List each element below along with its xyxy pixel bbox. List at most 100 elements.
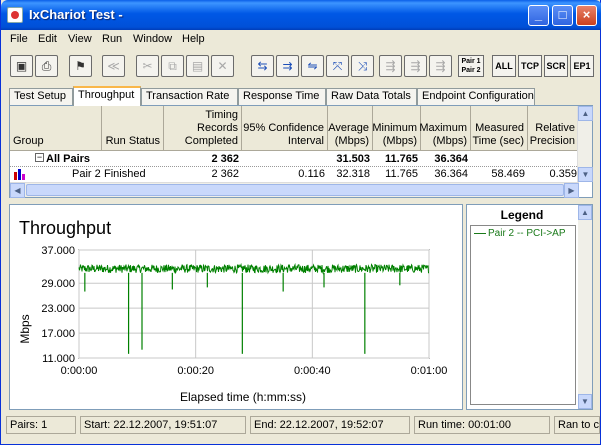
pair-2-average: 32.318 xyxy=(336,168,370,180)
x-tick-label: 0:00:40 xyxy=(294,365,331,377)
pair-label-2: Pair 2 xyxy=(461,67,481,74)
y-axis-label: Mbps xyxy=(18,314,32,343)
scroll-left-icon[interactable]: ◀ xyxy=(10,183,25,198)
menu-view[interactable]: View xyxy=(68,33,92,45)
tab-response-time[interactable]: Response Time xyxy=(238,88,326,105)
main-window: IxChariot Test - _ □ × File Edit View Ru… xyxy=(0,0,601,445)
legend-entry-label: Pair 2 -- PCI->AP xyxy=(488,228,566,239)
filter-all-button[interactable]: ALL xyxy=(492,55,516,77)
edit-pair-icon[interactable]: ⇋ xyxy=(301,55,324,77)
header-average[interactable]: Average (Mbps) xyxy=(328,106,373,151)
y-tick-label: 11.000 xyxy=(42,353,75,365)
all-pairs-average: 31.503 xyxy=(336,153,370,165)
copy-icon[interactable]: ⧉ xyxy=(161,55,184,77)
scroll-right-icon[interactable]: ▶ xyxy=(564,183,579,198)
header-timing-records[interactable]: Timing Records Completed xyxy=(164,106,242,151)
tab-transaction-rate[interactable]: Transaction Rate xyxy=(141,88,238,105)
pair-2-measured-time: 58.469 xyxy=(491,168,525,180)
y-tick-label: 17.000 xyxy=(41,328,75,340)
tab-raw-data-totals[interactable]: Raw Data Totals xyxy=(326,88,417,105)
y-tick-label: 29.000 xyxy=(41,278,75,290)
table-row-pair-2[interactable]: Pair 2 Finished 2 362 0.116 32.318 11.76… xyxy=(10,167,579,182)
minimize-button[interactable]: _ xyxy=(528,5,549,26)
pair-2-status: Finished xyxy=(104,168,146,180)
all-pairs-maximum: 36.364 xyxy=(434,153,468,165)
pair-toggle-button[interactable]: Pair 1 Pair 2 xyxy=(458,55,484,77)
menu-run[interactable]: Run xyxy=(102,33,122,45)
filter-scr-button[interactable]: SCR xyxy=(544,55,568,77)
toolbar: ▣ ⎙ ⚑ ≪ ✂ ⧉ ▤ ✕ ⇆ ⇉ ⇋ ⤧ ⤨ ⇶ ⇶ ⇶ Pair 1 P… xyxy=(1,51,601,83)
swap-endpoints-icon[interactable]: ⤧ xyxy=(326,55,349,77)
status-pairs: Pairs: 1 xyxy=(6,416,76,434)
status-run-time: Run time: 00:01:00 xyxy=(414,416,550,434)
collapse-icon[interactable]: − xyxy=(35,153,44,162)
legend-vertical-scrollbar[interactable]: ▲ ▼ xyxy=(578,205,592,409)
menu-help[interactable]: Help xyxy=(182,33,205,45)
tab-test-setup[interactable]: Test Setup xyxy=(9,88,73,105)
legend-entry-pair-2[interactable]: Pair 2 -- PCI->AP xyxy=(474,228,566,239)
x-tick-label: 0:00:00 xyxy=(61,365,98,377)
scroll-up-icon[interactable]: ▲ xyxy=(578,106,593,121)
status-end: End: 22.12.2007, 19:52:07 xyxy=(250,416,410,434)
ixchariot-app-icon xyxy=(7,7,23,23)
filter-tcp-button[interactable]: TCP xyxy=(518,55,542,77)
close-button[interactable]: × xyxy=(576,5,597,26)
header-run-status[interactable]: Run Status xyxy=(102,106,164,151)
menu-bar: File Edit View Run Window Help xyxy=(1,30,601,49)
pair-2-minimum: 11.765 xyxy=(385,168,418,180)
header-measured-time[interactable]: Measured Time (sec) xyxy=(471,106,528,151)
menu-window[interactable]: Window xyxy=(133,33,172,45)
video-pair-icon[interactable]: ⇶ xyxy=(429,55,452,77)
edit-script-icon[interactable]: ⤨ xyxy=(351,55,374,77)
chart-title: Throughput xyxy=(19,218,111,238)
cut-icon[interactable]: ✂ xyxy=(136,55,159,77)
tab-endpoint-configuration[interactable]: Endpoint Configuration xyxy=(417,88,535,105)
all-pairs-records: 2 362 xyxy=(211,153,239,165)
legend-scroll-down-icon[interactable]: ▼ xyxy=(578,394,592,409)
filter-ep1-button[interactable]: EP1 xyxy=(570,55,594,77)
horizontal-scroll-thumb[interactable] xyxy=(26,184,564,196)
header-relative-precision[interactable]: Relative Precision xyxy=(528,106,579,151)
results-table: Group Run Status Timing Records Complete… xyxy=(9,105,593,198)
all-pairs-group: All Pairs xyxy=(46,153,91,165)
legend-pane: Legend Pair 2 -- PCI->AP ▲ ▼ xyxy=(466,204,593,410)
paste-icon[interactable]: ▤ xyxy=(186,55,209,77)
table-horizontal-scrollbar[interactable]: ◀ ▶ xyxy=(10,182,579,198)
save-icon[interactable]: ▣ xyxy=(10,55,33,77)
status-bar: Pairs: 1 Start: 22.12.2007, 19:51:07 End… xyxy=(1,414,601,436)
table-vertical-scrollbar[interactable]: ▲ ▼ xyxy=(577,106,593,182)
x-axis-label: Elapsed time (h:mm:ss) xyxy=(180,390,306,404)
title-bar[interactable]: IxChariot Test - _ □ × xyxy=(1,0,601,30)
voip-pair-icon[interactable]: ⇶ xyxy=(404,55,427,77)
pair-2-confidence: 0.116 xyxy=(298,168,325,180)
header-maximum[interactable]: Maximum (Mbps) xyxy=(419,106,471,151)
print-icon[interactable]: ⎙ xyxy=(35,55,58,77)
status-ran-to: Ran to c xyxy=(554,416,600,434)
x-tick-label: 0:00:20 xyxy=(177,365,214,377)
add-pair-icon[interactable]: ⇆ xyxy=(251,55,274,77)
stop-icon[interactable]: ≪ xyxy=(102,55,125,77)
table-row-all-pairs[interactable]: − All Pairs 2 362 31.503 11.765 36.364 xyxy=(10,152,579,167)
pair-2-records: 2 362 xyxy=(211,168,239,180)
legend-line-swatch xyxy=(474,232,486,234)
scroll-down-icon[interactable]: ▼ xyxy=(578,167,593,182)
window-title: IxChariot Test - xyxy=(29,7,123,22)
multicast-group-icon[interactable]: ⇶ xyxy=(379,55,402,77)
delete-icon[interactable]: ✕ xyxy=(211,55,234,77)
menu-edit[interactable]: Edit xyxy=(38,33,57,45)
maximize-button[interactable]: □ xyxy=(552,5,573,26)
pair-2-group: Pair 2 xyxy=(72,168,101,180)
header-group[interactable]: Group xyxy=(10,106,102,151)
legend-scroll-up-icon[interactable]: ▲ xyxy=(578,205,592,220)
add-multicast-icon[interactable]: ⇉ xyxy=(276,55,299,77)
menu-file[interactable]: File xyxy=(10,33,28,45)
throughput-chart: Throughput Elapsed time (h:mm:ss) Mbps 3… xyxy=(18,218,448,404)
y-tick-label: 37.000 xyxy=(41,245,75,257)
tab-throughput[interactable]: Throughput xyxy=(73,86,141,106)
pair-label-1: Pair 1 xyxy=(461,58,481,65)
header-minimum[interactable]: Minimum (Mbps) xyxy=(372,106,421,151)
legend-title: Legend xyxy=(500,208,544,222)
run-icon[interactable]: ⚑ xyxy=(69,55,92,77)
x-tick-label: 0:01:00 xyxy=(411,365,448,377)
header-confidence-interval[interactable]: 95% Confidence Interval xyxy=(242,106,328,151)
